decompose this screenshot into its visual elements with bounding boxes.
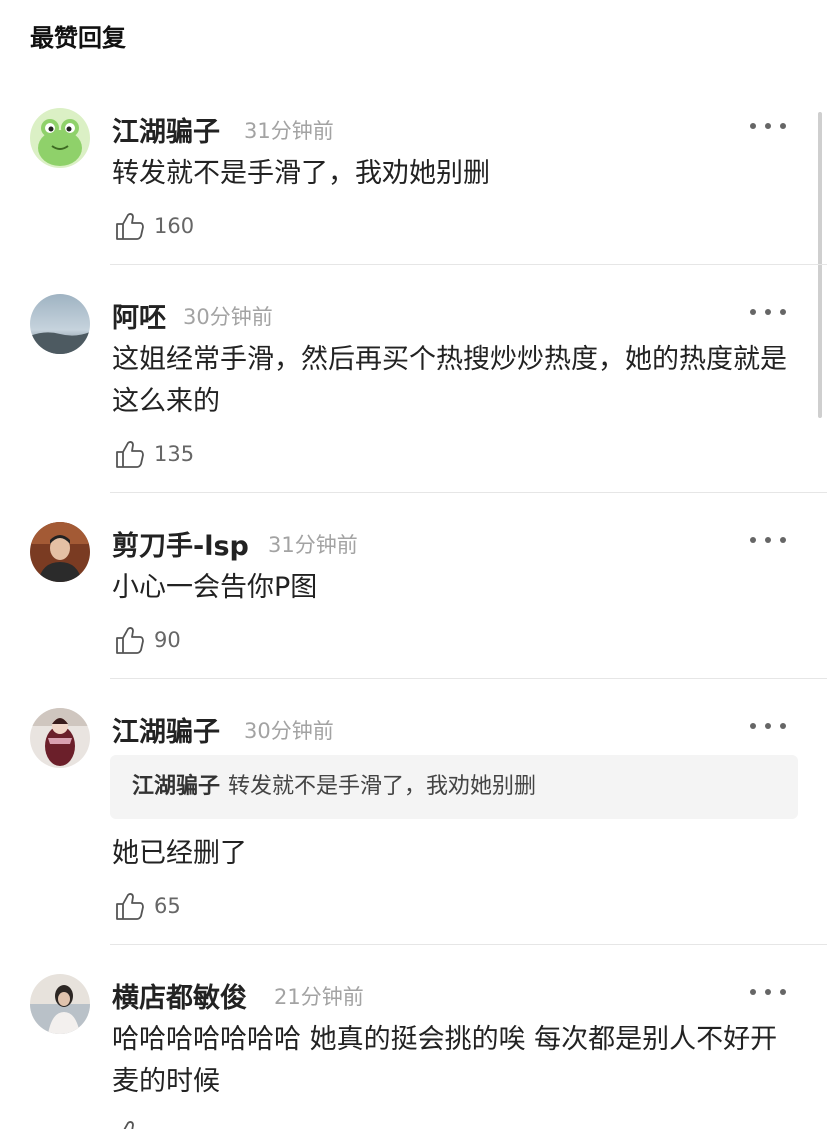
dot-icon <box>780 537 786 543</box>
scrollbar[interactable] <box>818 112 822 418</box>
dot-icon <box>780 989 786 995</box>
person-avatar[interactable] <box>30 522 90 582</box>
more-options-button[interactable] <box>750 982 786 1002</box>
dot-icon <box>750 989 756 995</box>
thumbs-up-icon <box>116 627 144 654</box>
divider <box>110 678 827 679</box>
timestamp: 30分钟前 <box>244 719 334 743</box>
like-button[interactable]: 135 <box>114 437 194 471</box>
timestamp: 30分钟前 <box>183 305 273 329</box>
like-count: 160 <box>154 214 195 238</box>
like-button[interactable] <box>114 1117 154 1129</box>
dot-icon <box>750 309 756 315</box>
thumbs-up-icon <box>116 213 144 240</box>
comment-text: 她已经删了 <box>112 838 247 869</box>
frog-avatar[interactable] <box>30 108 90 168</box>
quoted-reply[interactable]: 江湖骗子 转发就不是手滑了，我劝她别删 <box>110 755 798 819</box>
like-count: 135 <box>154 442 195 466</box>
divider <box>110 492 827 493</box>
more-options-button[interactable] <box>750 302 786 322</box>
dot-icon <box>765 537 771 543</box>
dot-icon <box>780 723 786 729</box>
user-name[interactable]: 阿呸 <box>112 296 166 335</box>
section-title: 最赞回复 <box>30 24 126 52</box>
photo-avatar[interactable] <box>30 974 90 1034</box>
more-options-button[interactable] <box>750 116 786 136</box>
like-button[interactable]: 90 <box>114 623 181 657</box>
thumbs-up-icon <box>123 1121 134 1129</box>
timestamp: 31分钟前 <box>244 119 334 143</box>
comment-text: 转发就不是手滑了，我劝她别删 <box>112 158 490 189</box>
user-name[interactable]: 江湖骗子 <box>112 710 220 749</box>
dot-icon <box>750 537 756 543</box>
figure-avatar[interactable] <box>30 708 90 768</box>
comment-text: 小心一会告你P图 <box>112 572 318 603</box>
more-options-button[interactable] <box>750 716 786 736</box>
dot-icon <box>780 309 786 315</box>
dot-icon <box>750 723 756 729</box>
divider <box>110 944 827 945</box>
comment-text: 哈哈哈哈哈哈哈 她真的挺会挑的唉 每次都是别人不好开麦的时候 <box>112 1024 778 1097</box>
dot-icon <box>780 123 786 129</box>
thumbs-up-icon <box>116 893 144 920</box>
timestamp: 21分钟前 <box>274 985 364 1009</box>
more-options-button[interactable] <box>750 530 786 550</box>
replies-page: 最赞回复 江湖骗子 31分钟前 转发就不是手滑了，我劝她别删 160 阿呸 30… <box>0 0 827 1129</box>
user-name[interactable]: 江湖骗子 <box>112 110 220 149</box>
sky-avatar[interactable] <box>30 294 90 354</box>
like-count: 65 <box>154 894 181 918</box>
user-name[interactable]: 剪刀手-lsp <box>112 524 249 563</box>
quoted-text: 转发就不是手滑了，我劝她别删 <box>228 774 537 799</box>
timestamp: 31分钟前 <box>268 533 358 557</box>
dot-icon <box>765 723 771 729</box>
dot-icon <box>765 989 771 995</box>
comment-text: 这姐经常手滑，然后再买个热搜炒炒热度，她的热度就是这么来的 <box>112 344 787 417</box>
divider <box>110 264 827 265</box>
like-button[interactable]: 65 <box>114 889 181 923</box>
quoted-user-name: 江湖骗子 <box>132 774 221 799</box>
dot-icon <box>765 123 771 129</box>
like-count: 90 <box>154 628 181 652</box>
user-name[interactable]: 横店都敏俊 <box>112 976 247 1015</box>
like-button[interactable]: 160 <box>114 209 194 243</box>
dot-icon <box>765 309 771 315</box>
thumbs-up-icon <box>116 441 144 468</box>
dot-icon <box>750 123 756 129</box>
